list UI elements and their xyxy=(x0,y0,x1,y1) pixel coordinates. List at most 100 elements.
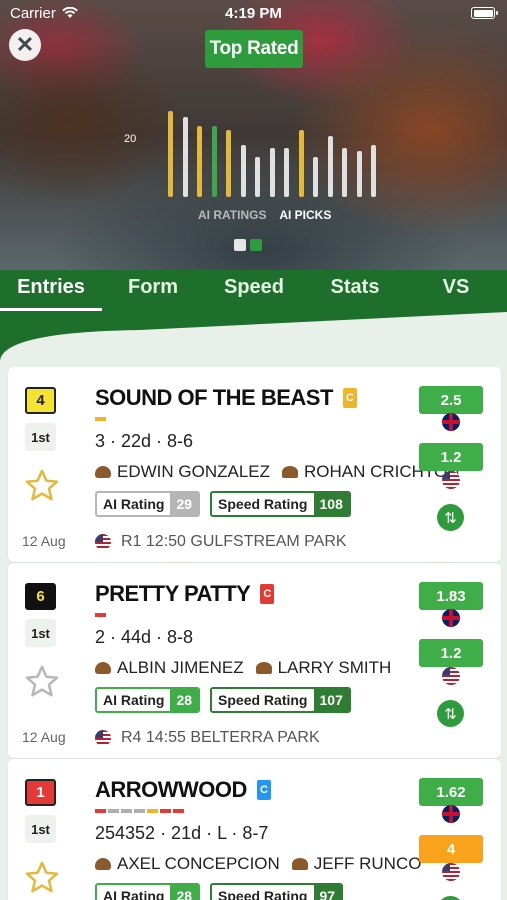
saddle-number: 1 xyxy=(25,779,56,806)
race-info[interactable]: R4 14:55 BELTERRA PARK xyxy=(95,729,320,747)
runner-title: ARROWWOOD C xyxy=(95,777,271,803)
us-flag-icon xyxy=(95,534,111,550)
tab-entries[interactable]: Entries xyxy=(0,276,102,310)
form-mark xyxy=(147,809,158,813)
star-icon[interactable] xyxy=(23,859,61,897)
star-icon[interactable] xyxy=(23,663,61,701)
speed-rating-value: 108 xyxy=(313,493,349,515)
position-badge: 1st xyxy=(25,423,56,451)
class-badge: C xyxy=(256,780,271,800)
page-dot[interactable] xyxy=(250,239,262,251)
active-tab-indicator xyxy=(0,308,102,311)
legend-ai-ratings[interactable]: AI RATINGS xyxy=(198,208,266,222)
position-badge: 1st xyxy=(25,815,56,843)
chart-y-tick: 20 xyxy=(124,133,137,145)
close-button[interactable]: ✕ xyxy=(9,29,41,61)
odds-us[interactable]: 1.2 xyxy=(419,443,483,471)
chart-legend: AI RATINGS AI PICKS xyxy=(198,208,331,222)
uk-flag-icon xyxy=(442,609,460,627)
ai-rating-label: AI Rating xyxy=(97,493,171,515)
form-strip xyxy=(95,417,106,421)
jockey-name[interactable]: ALBIN JIMENEZ xyxy=(117,658,244,678)
ratings-row: AI Rating 28 Speed Rating 97 xyxy=(95,883,344,900)
chart-bar xyxy=(342,147,347,197)
race-date: 12 Aug xyxy=(22,533,66,549)
legend-ai-picks[interactable]: AI PICKS xyxy=(279,208,331,222)
chart-bar xyxy=(240,144,246,197)
form-mark xyxy=(134,809,145,813)
horse-name[interactable]: ARROWWOOD xyxy=(95,777,247,803)
ai-rating-value: 29 xyxy=(170,493,199,515)
chart-bar xyxy=(168,111,173,197)
battery-icon xyxy=(471,7,498,19)
odds-uk[interactable]: 2.5 xyxy=(419,386,483,414)
class-badge: C xyxy=(260,584,275,604)
tab-bar-curve xyxy=(0,312,507,362)
form-strip xyxy=(95,809,184,813)
connections: ALBIN JIMENEZ LARRY SMITH xyxy=(95,658,391,678)
horse-name[interactable]: SOUND OF THE BEAST xyxy=(95,385,333,411)
runner-title: SOUND OF THE BEAST C xyxy=(95,385,357,411)
tab-vs[interactable]: VS xyxy=(405,276,507,310)
ai-rating-value: 28 xyxy=(170,689,199,711)
swap-odds-icon[interactable]: ⇅ xyxy=(437,896,464,900)
saddle-number: 4 xyxy=(25,387,56,414)
odds-uk[interactable]: 1.83 xyxy=(419,582,483,610)
page-dot[interactable] xyxy=(234,239,246,251)
jockey-name[interactable]: EDWIN GONZALEZ xyxy=(117,462,270,482)
ai-rating[interactable]: AI Rating 28 xyxy=(95,687,201,713)
form-mark xyxy=(160,809,171,813)
connections: EDWIN GONZALEZ ROHAN CRICHTON xyxy=(95,462,460,482)
speed-rating[interactable]: Speed Rating 108 xyxy=(210,491,351,517)
speed-rating[interactable]: Speed Rating 107 xyxy=(210,687,351,713)
trainer-name[interactable]: JEFF RUNCO xyxy=(314,854,422,874)
close-icon: ✕ xyxy=(15,32,35,57)
speed-rating[interactable]: Speed Rating 97 xyxy=(210,883,344,900)
jockey-icon xyxy=(95,466,111,478)
page-indicator[interactable] xyxy=(234,239,262,251)
runner-meta: 2 · 44d · 8-8 xyxy=(95,627,194,647)
class-badge: C xyxy=(342,388,357,408)
ratings-row: AI Rating 29 Speed Rating 108 xyxy=(95,491,351,517)
swap-odds-icon[interactable]: ⇅ xyxy=(437,700,464,727)
odds-us[interactable]: 4 xyxy=(419,835,483,863)
ai-rating-label: AI Rating xyxy=(97,689,171,711)
speed-rating-value: 97 xyxy=(313,885,342,900)
tab-speed[interactable]: Speed xyxy=(203,276,305,310)
runner-card[interactable]: 4 1st 12 Aug SOUND OF THE BEAST C 3 · 22… xyxy=(8,367,501,562)
chart-bar xyxy=(371,144,376,197)
us-flag-icon xyxy=(95,730,111,746)
runner-card[interactable]: 6 1st 12 Aug PRETTY PATTY C 2 · 44d · 8-… xyxy=(8,563,501,758)
tab-form[interactable]: Form xyxy=(102,276,204,310)
horse-name[interactable]: PRETTY PATTY xyxy=(95,581,251,607)
trainer-name[interactable]: LARRY SMITH xyxy=(278,658,392,678)
speed-rating-label: Speed Rating xyxy=(212,689,314,711)
runner-meta: 254352 · 21d · L · 8-7 xyxy=(95,823,269,843)
form-mark xyxy=(95,809,106,813)
odds-us[interactable]: 1.2 xyxy=(419,639,483,667)
chart-bar xyxy=(197,126,202,197)
top-rated-badge[interactable]: Top Rated xyxy=(205,30,303,68)
speed-rating-value: 107 xyxy=(313,689,349,711)
runner-title: PRETTY PATTY C xyxy=(95,581,275,607)
jockey-icon xyxy=(95,662,111,674)
chart-bar xyxy=(226,129,231,197)
jockey-icon xyxy=(95,858,111,870)
swap-odds-icon[interactable]: ⇅ xyxy=(437,504,464,531)
runner-card[interactable]: 1 1st ARROWWOOD C 254352 · 21d · L · 8-7… xyxy=(8,759,501,900)
form-strip xyxy=(95,613,106,617)
ai-rating[interactable]: AI Rating 28 xyxy=(95,883,201,900)
us-flag-icon xyxy=(442,471,460,489)
odds-uk[interactable]: 1.62 xyxy=(419,778,483,806)
jockey-name[interactable]: AXEL CONCEPCION xyxy=(117,854,280,874)
connections: AXEL CONCEPCION JEFF RUNCO xyxy=(95,854,421,874)
star-icon[interactable] xyxy=(23,467,61,505)
race-info[interactable]: R1 12:50 GULFSTREAM PARK xyxy=(95,533,347,551)
tab-stats[interactable]: Stats xyxy=(304,276,406,310)
ai-rating[interactable]: AI Rating 29 xyxy=(95,491,201,517)
chart-bar xyxy=(327,135,333,197)
uk-flag-icon xyxy=(442,805,460,823)
us-flag-icon xyxy=(442,863,460,881)
form-mark xyxy=(95,417,106,421)
chart-bar xyxy=(182,117,188,197)
